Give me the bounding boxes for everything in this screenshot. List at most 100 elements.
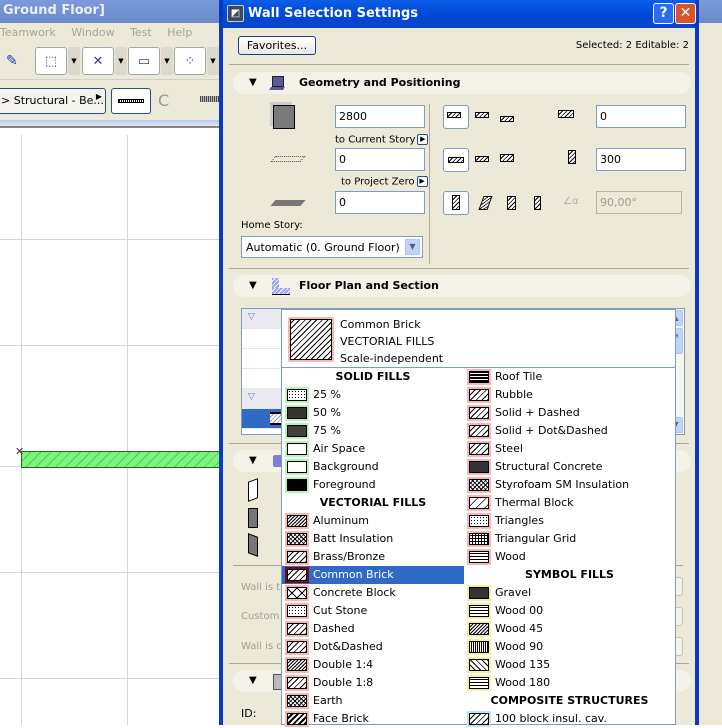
group-expand-icon[interactable]: ▽ (248, 312, 255, 322)
menu-teamwork[interactable]: Teamwork (0, 26, 56, 39)
selected-wall[interactable] (21, 451, 222, 468)
fill-item-label: Earth (313, 694, 343, 707)
floor-plan-section-title: Floor Plan and Section (299, 279, 439, 292)
floor-plan-canvas[interactable]: ✕ (0, 135, 222, 725)
fill-item-concrete-block[interactable]: Concrete Block (282, 584, 464, 602)
geometry-section-header[interactable]: ▼ Geometry and Positioning (233, 72, 691, 94)
fill-item-face-brick[interactable]: Face Brick (282, 710, 464, 728)
complex-profile-icon[interactable] (534, 196, 541, 210)
fill-item-75[interactable]: 75 % (282, 422, 464, 440)
base-offset-input[interactable]: 0 (335, 191, 425, 214)
fill-item-25[interactable]: 25 % (282, 386, 464, 404)
slanted-profile-icon[interactable] (478, 196, 493, 210)
fill-item-air-space[interactable]: Air Space (282, 440, 464, 458)
fill-item-100-block-insul-cav[interactable]: 100 block insul. cav. (464, 710, 675, 728)
menu-help[interactable]: Help (167, 26, 192, 39)
fill-list-left-column: SOLID FILLS 25 % 50 % 75 % Air Space Backgrou… (282, 368, 464, 728)
trapezoid-wall-icon[interactable] (475, 156, 489, 162)
fill-item-50[interactable]: 50 % (282, 404, 464, 422)
fill-item-earth[interactable]: Earth (282, 692, 464, 710)
eyedropper-icon[interactable]: ✎ (6, 53, 18, 69)
intersect-tool-button[interactable]: ✕ (82, 47, 114, 75)
fill-swatch-icon (285, 423, 309, 439)
fill-item-triangles[interactable]: Triangles (464, 512, 675, 530)
straight-wall-button[interactable] (443, 148, 469, 172)
home-story-select[interactable]: Automatic (0. Ground Floor) ▼ (241, 236, 423, 258)
fill-item-dashed[interactable]: Dashed (282, 620, 464, 638)
bottom-offset-input[interactable]: 0 (335, 148, 425, 171)
horizontal-scrollbar[interactable] (0, 120, 222, 128)
fill-item-dot-dashed[interactable]: Dot&Dashed (282, 638, 464, 656)
label-icon: ▭ (137, 53, 151, 69)
collapse-triangle-icon[interactable]: ▼ (249, 77, 257, 88)
fill-item-gravel[interactable]: Gravel (464, 584, 675, 602)
fill-item-solid-dashed[interactable]: Solid + Dashed (464, 404, 675, 422)
fill-item-batt-insulation[interactable]: Batt Insulation (282, 530, 464, 548)
collapse-triangle-icon[interactable]: ▼ (249, 675, 257, 686)
straight-profile-button[interactable] (443, 191, 469, 215)
fill-type-popup: Common Brick VECTORIAL FILLS Scale-indep… (281, 309, 676, 728)
dialog-title-bar[interactable]: ◩ Wall Selection Settings ? ✕ (223, 0, 696, 28)
fill-item-wood-00[interactable]: Wood 00 (464, 602, 675, 620)
wall-height-input[interactable]: 2800 (335, 105, 425, 128)
menu-test[interactable]: Test (130, 26, 152, 39)
menu-window[interactable]: Window (71, 26, 114, 39)
line-type-button[interactable] (111, 88, 151, 114)
fill-item-foreground[interactable]: Foreground (282, 476, 464, 494)
favorite-structure-button[interactable]: > Structural - Be... ▶ (0, 88, 106, 114)
ref-line-outside-button[interactable] (443, 105, 469, 129)
ref-line-inside-icon[interactable] (500, 116, 514, 122)
label-tool-button[interactable]: ▭ (128, 47, 160, 75)
intersect-tool-dropdown[interactable]: ▼ (115, 47, 127, 75)
fill-item-triangular-grid[interactable]: Triangular Grid (464, 530, 675, 548)
ref-offset-input[interactable]: 0 (596, 105, 686, 128)
fill-item-solid-dot-dashed[interactable]: Solid + Dot&Dashed (464, 422, 675, 440)
ref-line-center-icon[interactable] (475, 112, 489, 118)
fill-item-structural-concrete[interactable]: Structural Concrete (464, 458, 675, 476)
grid-tool-button[interactable]: ⁘ (174, 47, 206, 75)
fill-item-double-1-4[interactable]: Double 1:4 (282, 656, 464, 674)
to-project-zero-arrow-icon[interactable]: ▶ (416, 176, 428, 187)
select-tool-dropdown[interactable]: ▼ (68, 47, 80, 75)
select-tool-button[interactable]: ⬚ (35, 47, 67, 75)
fill-item-rubble[interactable]: Rubble (464, 386, 675, 404)
fill-item-brass-bronze[interactable]: Brass/Bronze (282, 548, 464, 566)
wall-thickness-input[interactable]: 300 (596, 148, 686, 171)
fill-item-cut-stone[interactable]: Cut Stone (282, 602, 464, 620)
grid-tool-dropdown[interactable]: ▼ (207, 47, 219, 75)
fill-item-thermal-block[interactable]: Thermal Block (464, 494, 675, 512)
close-button[interactable]: ✕ (675, 3, 696, 24)
to-current-story-arrow-icon[interactable]: ▶ (417, 134, 429, 145)
wall-endpoint-icon[interactable]: ✕ (15, 445, 24, 458)
fill-item-common-brick[interactable]: Common Brick (282, 566, 464, 584)
arc-icon[interactable]: C (158, 91, 169, 110)
fill-item-wood[interactable]: Wood (464, 548, 675, 566)
double-slanted-profile-icon[interactable] (507, 196, 516, 210)
favorites-button[interactable]: Favorites... (238, 36, 316, 55)
fill-item-styrofoam-sm-insulation[interactable]: Styrofoam SM Insulation (464, 476, 675, 494)
selection-count: Selected: 2 Editable: 2 (575, 40, 689, 51)
polygonal-wall-icon[interactable] (500, 154, 514, 162)
help-button[interactable]: ? (653, 3, 674, 24)
fill-item-steel[interactable]: Steel (464, 440, 675, 458)
fill-item-roof-tile[interactable]: Roof Tile (464, 368, 675, 386)
floor-plan-section-header[interactable]: ▼ Floor Plan and Section (233, 275, 691, 297)
fill-item-wood-45[interactable]: Wood 45 (464, 620, 675, 638)
collapse-triangle-icon[interactable]: ▼ (249, 455, 257, 466)
fill-item-aluminum[interactable]: Aluminum (282, 512, 464, 530)
fill-swatch-icon (467, 423, 491, 439)
slant-angle-input[interactable]: 90,00° (596, 191, 682, 214)
fill-item-wood-180[interactable]: Wood 180 (464, 674, 675, 692)
fill-swatch-icon (467, 531, 491, 547)
collapse-triangle-icon[interactable]: ▼ (249, 280, 257, 291)
fill-item-wood-90[interactable]: Wood 90 (464, 638, 675, 656)
fill-item-background[interactable]: Background (282, 458, 464, 476)
group-expand-icon[interactable]: ▽ (248, 392, 255, 402)
label-tool-dropdown[interactable]: ▼ (161, 47, 173, 75)
fill-item-wood-135[interactable]: Wood 135 (464, 656, 675, 674)
wall-mirror-icon[interactable] (248, 533, 258, 557)
wall-direction-icon[interactable] (248, 478, 258, 502)
preview-fill-category: VECTORIAL FILLS (340, 335, 435, 348)
wall-flip-icon[interactable] (248, 508, 258, 528)
fill-item-double-1-8[interactable]: Double 1:8 (282, 674, 464, 692)
